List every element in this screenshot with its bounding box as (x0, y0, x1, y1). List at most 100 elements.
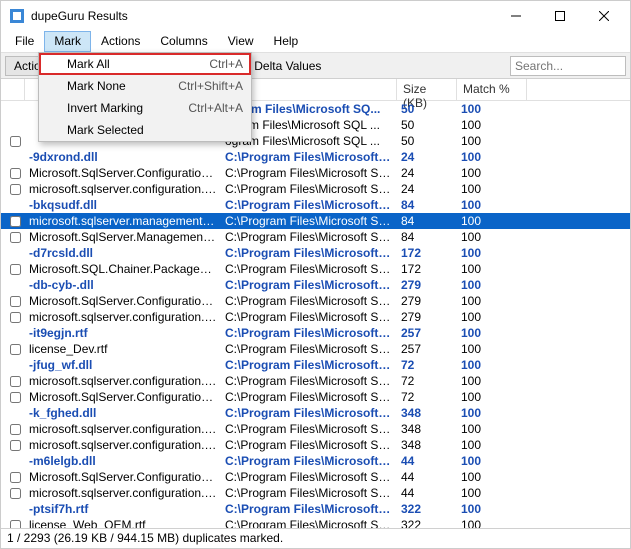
delta-values-label: Delta Values (254, 59, 321, 73)
row-checkbox[interactable] (10, 392, 21, 403)
menu-item-accel: Ctrl+Alt+A (188, 101, 243, 115)
cell-folder: C:\Program Files\Microsoft SQL ... (221, 470, 397, 484)
table-row[interactable]: microsoft.sqlserver.management.co...C:\P… (1, 213, 630, 229)
cell-folder: C:\Program Files\Microsoft SQL ... (221, 262, 397, 276)
table-row[interactable]: -ptsif7h.rtfC:\Program Files\Microsoft S… (1, 501, 630, 517)
cell-match: 100 (457, 502, 527, 516)
row-checkbox[interactable] (10, 296, 21, 307)
table-row[interactable]: microsoft.sqlserver.configuration.s...C:… (1, 309, 630, 325)
table-row[interactable]: Microsoft.SqlServer.Configuration....C:\… (1, 293, 630, 309)
cell-size: 50 (397, 134, 457, 148)
row-checkbox-cell (5, 296, 25, 307)
table-row[interactable]: Microsoft.SQL.Chainer.PackageData...C:\P… (1, 261, 630, 277)
table-row[interactable]: microsoft.sqlserver.configuration.s...C:… (1, 421, 630, 437)
minimize-button[interactable] (494, 1, 538, 31)
cell-size: 279 (397, 278, 457, 292)
table-row[interactable]: -d7rcsld.dllC:\Program Files\Microsoft S… (1, 245, 630, 261)
row-checkbox[interactable] (10, 136, 21, 147)
row-checkbox[interactable] (10, 520, 21, 529)
table-row[interactable]: Microsoft.SqlServer.Configuration....C:\… (1, 469, 630, 485)
window-title: dupeGuru Results (31, 9, 494, 23)
table-row[interactable]: -bkqsudf.dllC:\Program Files\Microsoft S… (1, 197, 630, 213)
table-row[interactable]: Microsoft.SqlServer.Configuration....C:\… (1, 165, 630, 181)
cell-size: 172 (397, 246, 457, 260)
table-row[interactable]: Microsoft.SqlServer.Configuration....C:\… (1, 389, 630, 405)
row-checkbox-cell (5, 136, 25, 147)
cell-file: -d7rcsld.dll (25, 246, 221, 260)
menu-item-accel: Ctrl+A (209, 57, 243, 71)
row-checkbox-cell (5, 424, 25, 435)
table-row[interactable]: -m6lelgb.dllC:\Program Files\Microsoft S… (1, 453, 630, 469)
titlebar: dupeGuru Results (1, 1, 630, 31)
cell-size: 279 (397, 294, 457, 308)
table-row[interactable]: license_Dev.rtfC:\Program Files\Microsof… (1, 341, 630, 357)
table-body[interactable]: ogram Files\Microsoft SQ...50100ogram Fi… (1, 101, 630, 528)
column-checkbox[interactable] (1, 79, 25, 100)
row-checkbox[interactable] (10, 216, 21, 227)
cell-size: 84 (397, 230, 457, 244)
menu-item-mark-selected[interactable]: Mark Selected (39, 119, 251, 141)
cell-file: microsoft.sqlserver.configuration.s... (25, 182, 221, 196)
cell-file: microsoft.sqlserver.configuration.b... (25, 486, 221, 500)
cell-file: -m6lelgb.dll (25, 454, 221, 468)
cell-file: -k_fghed.dll (25, 406, 221, 420)
menu-file[interactable]: File (5, 31, 44, 52)
cell-folder: C:\Program Files\Microsoft SQL ... (221, 390, 397, 404)
row-checkbox[interactable] (10, 264, 21, 275)
cell-folder: C:\Program Files\Microsoft SQL ... (221, 230, 397, 244)
cell-match: 100 (457, 134, 527, 148)
row-checkbox[interactable] (10, 488, 21, 499)
table-row[interactable]: microsoft.sqlserver.configuration.s...C:… (1, 437, 630, 453)
cell-match: 100 (457, 118, 527, 132)
row-checkbox[interactable] (10, 472, 21, 483)
cell-file: -it9egjn.rtf (25, 326, 221, 340)
row-checkbox[interactable] (10, 376, 21, 387)
table-row[interactable]: -jfug_wf.dllC:\Program Files\Microsoft S… (1, 357, 630, 373)
menu-item-mark-all[interactable]: Mark AllCtrl+A (39, 53, 251, 75)
table-row[interactable]: Microsoft.SqlServer.Management.C...C:\Pr… (1, 229, 630, 245)
cell-match: 100 (457, 278, 527, 292)
search-input[interactable] (510, 56, 626, 76)
cell-match: 100 (457, 422, 527, 436)
cell-size: 322 (397, 502, 457, 516)
cell-size: 72 (397, 358, 457, 372)
cell-match: 100 (457, 182, 527, 196)
menu-actions[interactable]: Actions (91, 31, 150, 52)
table-row[interactable]: microsoft.sqlserver.configuration.b...C:… (1, 485, 630, 501)
cell-file: Microsoft.SqlServer.Configuration.... (25, 294, 221, 308)
cell-folder: C:\Program Files\Microsoft SQL ... (221, 294, 397, 308)
cell-size: 348 (397, 422, 457, 436)
row-checkbox[interactable] (10, 344, 21, 355)
table-row[interactable]: microsoft.sqlserver.configuration.s...C:… (1, 181, 630, 197)
table-row[interactable]: microsoft.sqlserver.configuration.rs...C… (1, 373, 630, 389)
menu-item-invert-marking[interactable]: Invert MarkingCtrl+Alt+A (39, 97, 251, 119)
row-checkbox[interactable] (10, 312, 21, 323)
menu-item-mark-none[interactable]: Mark NoneCtrl+Shift+A (39, 75, 251, 97)
cell-folder: C:\Program Files\Microsoft SQ... (221, 198, 397, 212)
row-checkbox-cell (5, 216, 25, 227)
row-checkbox[interactable] (10, 424, 21, 435)
cell-file: Microsoft.SqlServer.Configuration.... (25, 166, 221, 180)
cell-size: 348 (397, 406, 457, 420)
close-button[interactable] (582, 1, 626, 31)
row-checkbox[interactable] (10, 232, 21, 243)
table-row[interactable]: -9dxrond.dllC:\Program Files\Microsoft S… (1, 149, 630, 165)
column-size[interactable]: Size (KB) (397, 79, 457, 100)
table-row[interactable]: -k_fghed.dllC:\Program Files\Microsoft S… (1, 405, 630, 421)
menu-view[interactable]: View (218, 31, 264, 52)
menu-columns[interactable]: Columns (150, 31, 217, 52)
menu-help[interactable]: Help (264, 31, 309, 52)
table-row[interactable]: -db-cyb-.dllC:\Program Files\Microsoft S… (1, 277, 630, 293)
column-match[interactable]: Match % (457, 79, 527, 100)
table-row[interactable]: license_Web_OEM.rtfC:\Program Files\Micr… (1, 517, 630, 528)
cell-match: 100 (457, 406, 527, 420)
menu-mark[interactable]: Mark (44, 31, 91, 52)
row-checkbox[interactable] (10, 168, 21, 179)
cell-match: 100 (457, 454, 527, 468)
cell-size: 44 (397, 470, 457, 484)
cell-match: 100 (457, 486, 527, 500)
row-checkbox[interactable] (10, 440, 21, 451)
maximize-button[interactable] (538, 1, 582, 31)
row-checkbox[interactable] (10, 184, 21, 195)
table-row[interactable]: -it9egjn.rtfC:\Program Files\Microsoft S… (1, 325, 630, 341)
